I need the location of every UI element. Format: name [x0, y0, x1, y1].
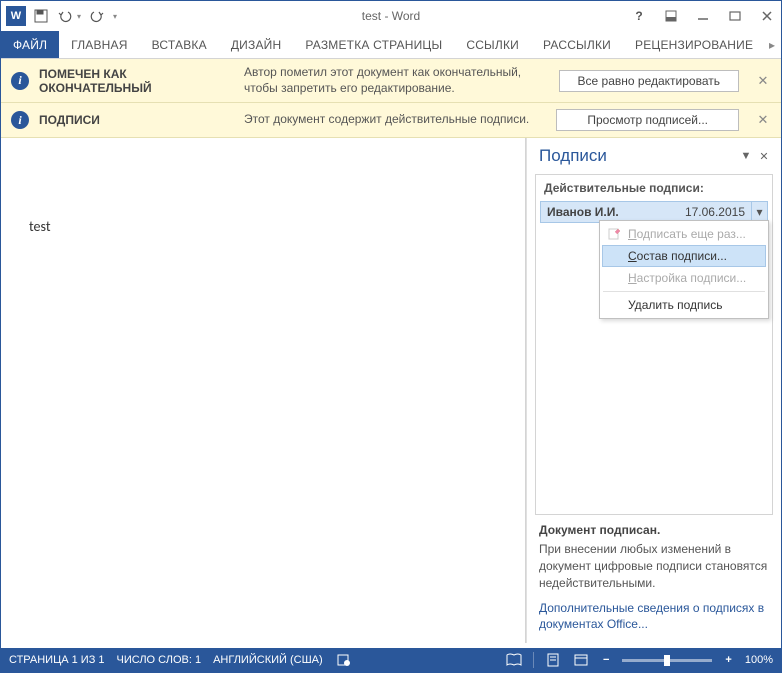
titlebar: W ▾ ▾ test - Word ? — [1, 1, 781, 31]
footer-bold: Документ подписан. — [539, 523, 771, 537]
word-app-icon: W — [6, 6, 26, 26]
signatures-panel: Подписи ▼ ✕ Действительные подписи: Иван… — [526, 138, 781, 643]
messagebar-body: Автор пометил этот документ как окончате… — [244, 65, 549, 96]
signature-row[interactable]: Иванов И.И. 17.06.2015 ▾ Подписать еще р… — [540, 201, 768, 223]
signature-context-menu: Подписать еще раз... Состав подписи... Н… — [599, 220, 769, 319]
signature-date: 17.06.2015 — [679, 202, 751, 222]
web-layout-icon[interactable] — [572, 651, 590, 669]
document-content: test — [11, 148, 525, 305]
read-mode-icon[interactable] — [505, 651, 523, 669]
signature-name: Иванов И.И. — [541, 202, 679, 222]
messagebar-close-icon[interactable]: ✕ — [755, 73, 771, 89]
qat-customize-icon[interactable]: ▾ — [110, 5, 120, 27]
tab-home[interactable]: ГЛАВНАЯ — [59, 31, 139, 58]
info-icon: i — [11, 111, 29, 129]
messagebar-title: ПОМЕЧЕН КАК ОКОНЧАТЕЛЬНЫЙ — [39, 67, 234, 95]
valid-signatures-header: Действительные подписи: — [536, 175, 772, 201]
statusbar-separator — [533, 652, 534, 668]
maximize-icon[interactable] — [723, 4, 747, 28]
redo-icon[interactable] — [86, 5, 108, 27]
tab-insert[interactable]: ВСТАВКА — [140, 31, 219, 58]
menu-signature-setup: Настройка подписи... — [602, 267, 766, 289]
save-icon[interactable] — [30, 5, 52, 27]
tab-references[interactable]: ССЫЛКИ — [454, 31, 531, 58]
help-icon[interactable]: ? — [627, 4, 651, 28]
undo-dropdown-icon[interactable]: ▾ — [74, 5, 84, 27]
footer-body: При внесении любых изменений в документ … — [539, 541, 771, 591]
panel-footer: Документ подписан. При внесении любых из… — [527, 515, 781, 643]
zoom-in-button[interactable]: + — [722, 654, 734, 666]
status-language[interactable]: АНГЛИЙСКИЙ (США) — [213, 654, 323, 666]
quick-access-toolbar: ▾ ▾ — [30, 5, 120, 27]
ribbon-scroll-right-icon[interactable]: ▸ — [765, 35, 779, 55]
panel-header: Подписи ▼ ✕ — [527, 138, 781, 172]
status-page[interactable]: СТРАНИЦА 1 ИЗ 1 — [9, 654, 105, 666]
menu-separator — [603, 291, 765, 292]
view-signatures-button[interactable]: Просмотр подписей... — [556, 109, 739, 131]
tab-design[interactable]: ДИЗАЙН — [219, 31, 294, 58]
menu-signature-details[interactable]: Состав подписи... — [602, 245, 766, 267]
zoom-level[interactable]: 100% — [745, 654, 773, 666]
close-icon[interactable] — [755, 4, 779, 28]
statusbar: СТРАНИЦА 1 ИЗ 1 ЧИСЛО СЛОВ: 1 АНГЛИЙСКИЙ… — [1, 648, 781, 672]
zoom-out-button[interactable]: − — [600, 654, 612, 666]
tab-mailings[interactable]: РАССЫЛКИ — [531, 31, 623, 58]
print-layout-icon[interactable] — [544, 651, 562, 669]
menu-sign-again: Подписать еще раз... — [602, 223, 766, 245]
menu-remove-signature[interactable]: Удалить подпись — [602, 294, 766, 316]
tab-review[interactable]: РЕЦЕНЗИРОВАНИЕ — [623, 31, 765, 58]
panel-title: Подписи — [539, 146, 735, 166]
messagebar-signatures: i ПОДПИСИ Этот документ содержит действи… — [1, 103, 781, 138]
ribbon-display-icon[interactable] — [659, 4, 683, 28]
panel-close-icon[interactable]: ✕ — [757, 149, 771, 163]
tab-layout[interactable]: РАЗМЕТКА СТРАНИЦЫ — [293, 31, 454, 58]
undo-icon[interactable] — [54, 5, 76, 27]
info-icon: i — [11, 72, 29, 90]
footer-link[interactable]: Дополнительные сведения о подписях в док… — [539, 600, 771, 634]
status-word-count[interactable]: ЧИСЛО СЛОВ: 1 — [117, 654, 202, 666]
minimize-icon[interactable] — [691, 4, 715, 28]
edit-anyway-button[interactable]: Все равно редактировать — [559, 70, 739, 92]
panel-body: Действительные подписи: Иванов И.И. 17.0… — [535, 174, 773, 515]
messagebar-body: Этот документ содержит действительные по… — [244, 112, 546, 128]
ribbon-tabs: ФАЙЛ ГЛАВНАЯ ВСТАВКА ДИЗАЙН РАЗМЕТКА СТР… — [1, 31, 781, 59]
messagebar-marked-final: i ПОМЕЧЕН КАК ОКОНЧАТЕЛЬНЫЙ Автор помети… — [1, 59, 781, 103]
signature-dropdown-icon[interactable]: ▾ — [751, 202, 767, 222]
macro-record-icon[interactable] — [335, 651, 353, 669]
sign-icon — [607, 227, 621, 241]
messagebar-title: ПОДПИСИ — [39, 113, 234, 127]
main-area: test Подписи ▼ ✕ Действительные подписи:… — [1, 138, 781, 643]
panel-options-icon[interactable]: ▼ — [739, 149, 753, 163]
messagebar-close-icon[interactable]: ✕ — [755, 112, 771, 128]
tab-file[interactable]: ФАЙЛ — [1, 31, 59, 58]
zoom-slider[interactable] — [622, 659, 712, 662]
document-area[interactable]: test — [1, 138, 526, 643]
